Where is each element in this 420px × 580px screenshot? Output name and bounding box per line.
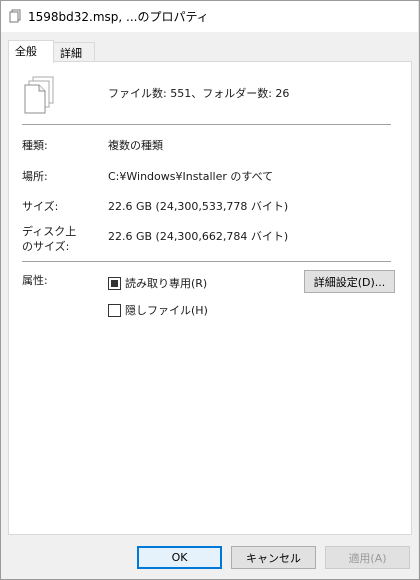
attributes-label: 属性: [22,274,48,287]
tab-general-label: 全般 [15,45,37,58]
disk-size-value: 22.6 GB (24,300,662,784 バイト) [108,230,289,243]
readonly-checkbox-row[interactable]: 読み取り専用(R) [108,275,207,291]
apply-button[interactable]: 適用(A) [325,546,410,569]
general-panel [8,61,412,535]
size-label: サイズ: [22,200,59,213]
readonly-label: 読み取り専用(R) [125,277,208,290]
divider [22,124,391,125]
advanced-settings-button[interactable]: 詳細設定(D)... [304,270,395,293]
divider [22,261,391,262]
size-value: 22.6 GB (24,300,533,778 バイト) [108,200,289,213]
disk-size-label-line2: のサイズ: [22,240,70,253]
multiple-files-icon [24,76,54,114]
type-value: 複数の種類 [108,139,163,152]
window-title: 1598bd32.msp, ...のプロパティ [28,10,209,24]
file-count-text: ファイル数: 551、フォルダー数: 26 [108,87,290,100]
disk-size-label-line1: ディスク上 [22,225,77,238]
ok-button[interactable]: OK [137,546,222,569]
type-label: 種類: [22,139,48,152]
hidden-checkbox-row[interactable]: 隠しファイル(H) [108,302,208,318]
tab-details[interactable]: 詳細 [53,42,95,62]
location-label: 場所: [22,170,48,183]
multiple-files-icon [9,9,21,23]
title-bar: 1598bd32.msp, ...のプロパティ [0,0,420,32]
tab-details-label: 詳細 [60,47,82,60]
tab-general[interactable]: 全般 [8,40,54,63]
location-value: C:¥Windows¥Installer のすべて [108,170,274,183]
readonly-checkbox[interactable] [108,276,121,290]
hidden-checkbox[interactable] [108,303,121,317]
cancel-button[interactable]: キャンセル [231,546,316,569]
hidden-label: 隠しファイル(H) [125,304,208,317]
